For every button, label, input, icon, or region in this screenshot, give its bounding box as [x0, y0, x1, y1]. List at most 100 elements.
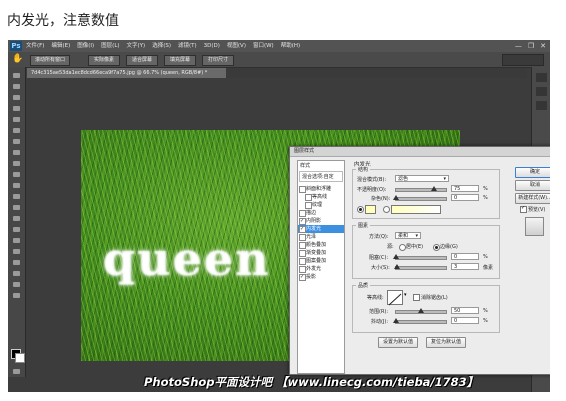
menu-layer[interactable]: 图层(L) — [101, 40, 119, 52]
size-slider[interactable] — [393, 264, 447, 270]
style-item-checkbox[interactable] — [305, 194, 312, 201]
ok-button[interactable]: 确定 — [515, 167, 550, 178]
print-size-button[interactable]: 打印尺寸 — [202, 55, 234, 66]
crop-tool-icon[interactable] — [13, 117, 20, 122]
noise-slider-thumb[interactable] — [393, 195, 399, 200]
workspace-switcher[interactable] — [502, 54, 544, 66]
eyedropper-tool-icon[interactable] — [13, 128, 20, 133]
range-input[interactable]: 50 — [451, 307, 479, 314]
size-input[interactable]: 3 — [451, 263, 479, 270]
style-item-checkbox[interactable] — [305, 202, 312, 209]
gradient-picker[interactable] — [391, 205, 441, 214]
quick-mask-icon[interactable] — [13, 369, 20, 374]
menu-view[interactable]: 视图(V) — [227, 40, 246, 52]
make-default-button[interactable]: 设置为默认值 — [378, 337, 418, 348]
style-item-checkbox[interactable] — [299, 186, 306, 193]
adjustments-panel-icon[interactable] — [536, 87, 547, 96]
menu-window[interactable]: 窗口(W) — [253, 40, 274, 52]
history-brush-tool-icon[interactable] — [13, 172, 20, 177]
layers-panel-icon[interactable] — [536, 101, 547, 110]
source-center-radio[interactable] — [399, 244, 406, 251]
close-icon[interactable]: ✕ — [540, 40, 546, 52]
style-item-checkbox[interactable] — [299, 210, 306, 217]
restore-icon[interactable]: ❐ — [528, 40, 534, 52]
blend-mode-select[interactable]: 滤色 ▾ — [395, 175, 449, 182]
cancel-button[interactable]: 取消 — [515, 180, 550, 191]
preview-checkbox[interactable]: ✓ — [520, 205, 527, 213]
style-item-checkbox[interactable] — [299, 242, 306, 249]
hand-icon[interactable]: ✋ — [12, 54, 23, 64]
move-tool-icon[interactable] — [13, 73, 20, 78]
style-item[interactable]: 外发光 — [298, 265, 344, 273]
menu-file[interactable]: 文件(F) — [26, 40, 44, 52]
style-item[interactable]: 斜面和浮雕 — [298, 185, 344, 193]
jitter-slider[interactable] — [393, 318, 447, 324]
styles-header[interactable]: 样式 — [298, 161, 344, 170]
noise-input[interactable]: 0 — [451, 194, 479, 201]
source-edge-radio[interactable] — [433, 244, 440, 251]
lasso-tool-icon[interactable] — [13, 95, 20, 100]
style-item[interactable]: 纹理 — [298, 201, 344, 209]
eraser-tool-icon[interactable] — [13, 183, 20, 188]
range-slider-thumb[interactable] — [418, 308, 424, 313]
style-item[interactable]: 光泽 — [298, 233, 344, 241]
blending-options-item[interactable]: 混合选项:自定 — [299, 171, 343, 182]
blur-tool-icon[interactable] — [13, 205, 20, 210]
style-item[interactable]: 投影 — [298, 273, 344, 281]
gradient-radio[interactable] — [383, 206, 390, 213]
choke-slider[interactable] — [393, 254, 447, 260]
contour-picker[interactable] — [387, 290, 403, 306]
background-color-swatch[interactable] — [15, 353, 25, 363]
shape-tool-icon[interactable] — [13, 260, 20, 265]
menu-type[interactable]: 文字(Y) — [127, 40, 146, 52]
brush-tool-icon[interactable] — [13, 150, 20, 155]
menu-filter[interactable]: 滤镜(T) — [178, 40, 197, 52]
minimize-icon[interactable]: — — [515, 40, 522, 52]
method-select[interactable]: 柔和 ▾ — [395, 232, 421, 239]
opacity-slider-thumb[interactable] — [430, 186, 437, 191]
document-tab[interactable]: 7d4c315ae53da1ec8dcd66eca9f7a75.jpg @ 66… — [27, 68, 226, 78]
style-item[interactable]: 内阴影 — [298, 217, 344, 225]
fit-screen-button[interactable]: 适合屏幕 — [126, 55, 158, 66]
choke-slider-thumb[interactable] — [393, 254, 399, 259]
pen-tool-icon[interactable] — [13, 227, 20, 232]
hand-tool-icon[interactable] — [13, 282, 20, 287]
solid-color-radio[interactable] — [357, 206, 364, 213]
fill-screen-button[interactable]: 填充屏幕 — [164, 55, 196, 66]
style-item[interactable]: 颜色叠加 — [298, 241, 344, 249]
jitter-input[interactable]: 0 — [451, 317, 479, 324]
style-item[interactable]: 图案叠加 — [298, 257, 344, 265]
style-item[interactable]: 描边 — [298, 209, 344, 217]
style-item-checkbox[interactable] — [299, 217, 306, 225]
3d-tool-icon[interactable] — [13, 271, 20, 276]
glow-color-swatch[interactable] — [365, 205, 376, 214]
style-item-checkbox[interactable] — [299, 258, 306, 265]
clone-stamp-tool-icon[interactable] — [13, 161, 20, 166]
gradient-tool-icon[interactable] — [13, 194, 20, 199]
menu-help[interactable]: 帮助(H) — [281, 40, 300, 52]
style-item-checkbox[interactable] — [299, 234, 306, 241]
color-panel-icon[interactable] — [536, 73, 547, 82]
menu-3d[interactable]: 3D(D) — [204, 40, 220, 52]
range-slider[interactable] — [395, 308, 447, 314]
actual-pixels-button[interactable]: 实际像素 — [88, 55, 120, 66]
menu-edit[interactable]: 编辑(E) — [51, 40, 70, 52]
choke-input[interactable]: 0 — [451, 253, 479, 260]
dodge-tool-icon[interactable] — [13, 216, 20, 221]
marquee-tool-icon[interactable] — [13, 84, 20, 89]
chevron-down-icon[interactable]: ▾ — [404, 292, 407, 298]
menu-select[interactable]: 选择(S) — [152, 40, 171, 52]
size-slider-thumb[interactable] — [393, 264, 400, 269]
scroll-all-windows-checkbox[interactable]: 滚动所有窗口 — [30, 55, 70, 66]
antialias-checkbox[interactable] — [413, 294, 420, 301]
style-item[interactable]: 内发光 — [298, 225, 344, 233]
style-item-checkbox[interactable] — [299, 266, 306, 273]
healing-brush-tool-icon[interactable] — [13, 139, 20, 144]
style-item[interactable]: 等高线 — [298, 193, 344, 201]
style-item-checkbox[interactable] — [299, 250, 306, 257]
style-item-checkbox[interactable] — [299, 273, 306, 281]
quick-select-tool-icon[interactable] — [13, 106, 20, 111]
opacity-slider[interactable] — [395, 186, 447, 192]
reset-default-button[interactable]: 复位为默认值 — [426, 337, 466, 348]
path-select-tool-icon[interactable] — [13, 249, 20, 254]
